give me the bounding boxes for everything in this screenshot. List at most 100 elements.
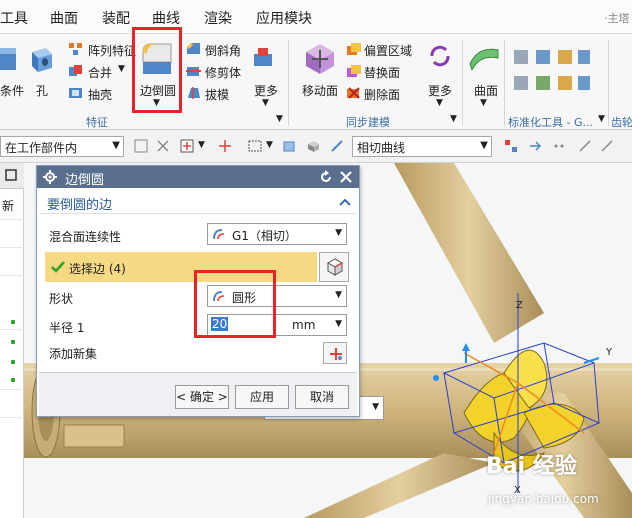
select-edge-row[interactable]: 选择边 (4) bbox=[45, 252, 317, 282]
ribbon-separator bbox=[288, 40, 289, 126]
shape-radius-highlight-box bbox=[194, 270, 276, 338]
snap-dropdown-icon[interactable]: ▼ bbox=[198, 140, 205, 150]
select-filter-icon[interactable] bbox=[134, 139, 148, 153]
chevron-down-icon: ▼ bbox=[335, 228, 342, 238]
feature-more-icon[interactable] bbox=[252, 46, 276, 70]
standard-group-expand-icon[interactable]: ▼ bbox=[598, 114, 605, 124]
line-tool-icon-2[interactable] bbox=[600, 139, 614, 153]
replace-face-icon[interactable] bbox=[346, 64, 362, 78]
delete-face-label[interactable]: 删除面 bbox=[364, 86, 400, 103]
unite-icon[interactable] bbox=[68, 64, 84, 78]
chevron-down-icon[interactable]: ▼ bbox=[335, 319, 342, 329]
dialog-button-bar: < 确定 > 应用 取消 bbox=[39, 372, 357, 416]
offset-region-icon[interactable] bbox=[346, 42, 362, 56]
standard-tools-icons[interactable] bbox=[512, 48, 592, 100]
cube-select-icon bbox=[326, 258, 344, 276]
menu-item-tools[interactable]: 工具 bbox=[0, 8, 28, 28]
dots-icon[interactable] bbox=[552, 139, 566, 153]
hole-icon[interactable] bbox=[28, 46, 54, 74]
work-part-filter-value: 在工作部件内 bbox=[5, 141, 78, 155]
check-icon bbox=[51, 261, 65, 273]
add-new-set-button[interactable] bbox=[323, 342, 347, 364]
unite-dropdown-icon[interactable]: ▼ bbox=[118, 64, 125, 74]
rect-select-dropdown-icon[interactable]: ▼ bbox=[266, 140, 273, 150]
deselect-icon[interactable] bbox=[156, 139, 170, 153]
feature-more-label[interactable]: 更多 bbox=[254, 82, 278, 99]
surface-icon[interactable] bbox=[468, 44, 500, 70]
tree-filter-icon[interactable] bbox=[504, 139, 518, 153]
axis-z-label: Z bbox=[516, 300, 523, 311]
work-part-filter-select[interactable]: 在工作部件内 ▼ bbox=[0, 136, 124, 157]
blend-continuity-select[interactable]: G1（相切） ▼ bbox=[207, 223, 347, 245]
select-edge-button[interactable] bbox=[319, 252, 349, 282]
unite-label[interactable]: 合并 bbox=[88, 64, 112, 81]
surface-label[interactable]: 曲面 bbox=[474, 82, 498, 99]
add-new-set-label: 添加新集 bbox=[49, 347, 98, 361]
edge-select-icon[interactable] bbox=[330, 139, 344, 153]
dialog-title-bar[interactable]: 边倒圆 bbox=[37, 166, 359, 188]
crosshair-icon[interactable] bbox=[218, 139, 232, 153]
feature-group-expand-icon[interactable]: ▼ bbox=[276, 114, 283, 124]
trim-body-label[interactable]: 修剪体 bbox=[205, 64, 241, 81]
shell-icon[interactable] bbox=[68, 86, 84, 100]
collapse-chevron-icon[interactable] bbox=[339, 197, 351, 207]
chamfer-label[interactable]: 倒斜角 bbox=[205, 42, 241, 59]
baidu-watermark-url: jingyan.baidu.com bbox=[488, 492, 599, 506]
curve-rule-select[interactable]: 相切曲线 ▼ bbox=[352, 136, 492, 157]
blend-continuity-icon bbox=[213, 229, 225, 240]
sync-more-dropdown-icon[interactable]: ▼ bbox=[436, 98, 443, 108]
add-set-icon bbox=[330, 348, 342, 360]
select-edge-label: 选择边 (4) bbox=[69, 262, 126, 276]
status-check-icon bbox=[11, 360, 15, 364]
arrow-right-icon[interactable] bbox=[528, 139, 542, 153]
part-navigator-header bbox=[0, 163, 24, 189]
draft-label[interactable]: 拔模 bbox=[205, 86, 229, 103]
shell-label[interactable]: 抽壳 bbox=[88, 86, 112, 103]
sync-more-icon[interactable] bbox=[428, 44, 452, 68]
gear-icon[interactable] bbox=[43, 170, 57, 184]
ribbon: 条件 孔 阵列特征 合并 ▼ 抽壳 边倒圆 ▼ 倒斜角 修剪体 拔模 更多 ▼ bbox=[0, 34, 632, 130]
solid-view-icon[interactable] bbox=[306, 139, 320, 153]
sync-group-expand-icon[interactable]: ▼ bbox=[450, 114, 457, 124]
array-feature-label[interactable]: 阵列特征 bbox=[88, 42, 136, 59]
box-view-icon[interactable] bbox=[282, 139, 296, 153]
line-tool-icon[interactable] bbox=[578, 139, 592, 153]
trim-body-icon[interactable] bbox=[186, 64, 202, 78]
chamfer-icon[interactable] bbox=[186, 42, 202, 56]
feature-group-label: 特征 bbox=[86, 116, 108, 129]
menu-item-application[interactable]: 应用模块 bbox=[256, 8, 312, 28]
replace-face-label[interactable]: 替换面 bbox=[364, 64, 400, 81]
move-face-icon[interactable] bbox=[304, 42, 336, 76]
navigator-row bbox=[0, 417, 24, 418]
array-feature-icon[interactable] bbox=[68, 42, 84, 56]
radius-unit[interactable]: mm bbox=[292, 318, 315, 332]
status-check-icon bbox=[11, 378, 15, 382]
apply-button[interactable]: 应用 bbox=[235, 385, 289, 409]
draft-icon[interactable] bbox=[186, 86, 202, 100]
offset-region-label[interactable]: 偏置区域 bbox=[364, 42, 412, 59]
menu-item-curve[interactable]: 曲线 bbox=[152, 8, 180, 28]
blend-continuity-value: G1（相切） bbox=[232, 229, 297, 243]
reset-icon[interactable] bbox=[319, 170, 333, 184]
snap-point-icon[interactable] bbox=[180, 139, 194, 153]
feature-more-dropdown-icon[interactable]: ▼ bbox=[262, 98, 269, 108]
menu-item-render[interactable]: 渲染 bbox=[204, 8, 232, 28]
rectangle-select-icon[interactable] bbox=[248, 139, 262, 153]
extrude-icon[interactable] bbox=[0, 44, 22, 74]
sync-more-label[interactable]: 更多 bbox=[428, 82, 452, 99]
menu-item-assembly[interactable]: 装配 bbox=[102, 8, 130, 28]
menu-item-surface[interactable]: 曲面 bbox=[50, 8, 78, 28]
edges-to-blend-section[interactable]: 要倒圆的边 bbox=[39, 190, 357, 214]
delete-face-icon[interactable] bbox=[346, 86, 362, 100]
chevron-down-icon: ▼ bbox=[372, 402, 379, 412]
surface-dropdown-icon[interactable]: ▼ bbox=[480, 98, 487, 108]
navigator-row bbox=[0, 275, 24, 276]
move-face-label[interactable]: 移动面 bbox=[302, 82, 338, 99]
ok-button[interactable]: < 确定 > bbox=[175, 385, 229, 409]
cancel-button[interactable]: 取消 bbox=[295, 385, 349, 409]
diagonal-tube bbox=[394, 163, 544, 343]
restore-icon[interactable] bbox=[5, 169, 17, 181]
close-icon[interactable] bbox=[339, 170, 353, 184]
gear-group-label: 齿轮 bbox=[611, 116, 632, 129]
chevron-down-icon: ▼ bbox=[335, 290, 342, 300]
